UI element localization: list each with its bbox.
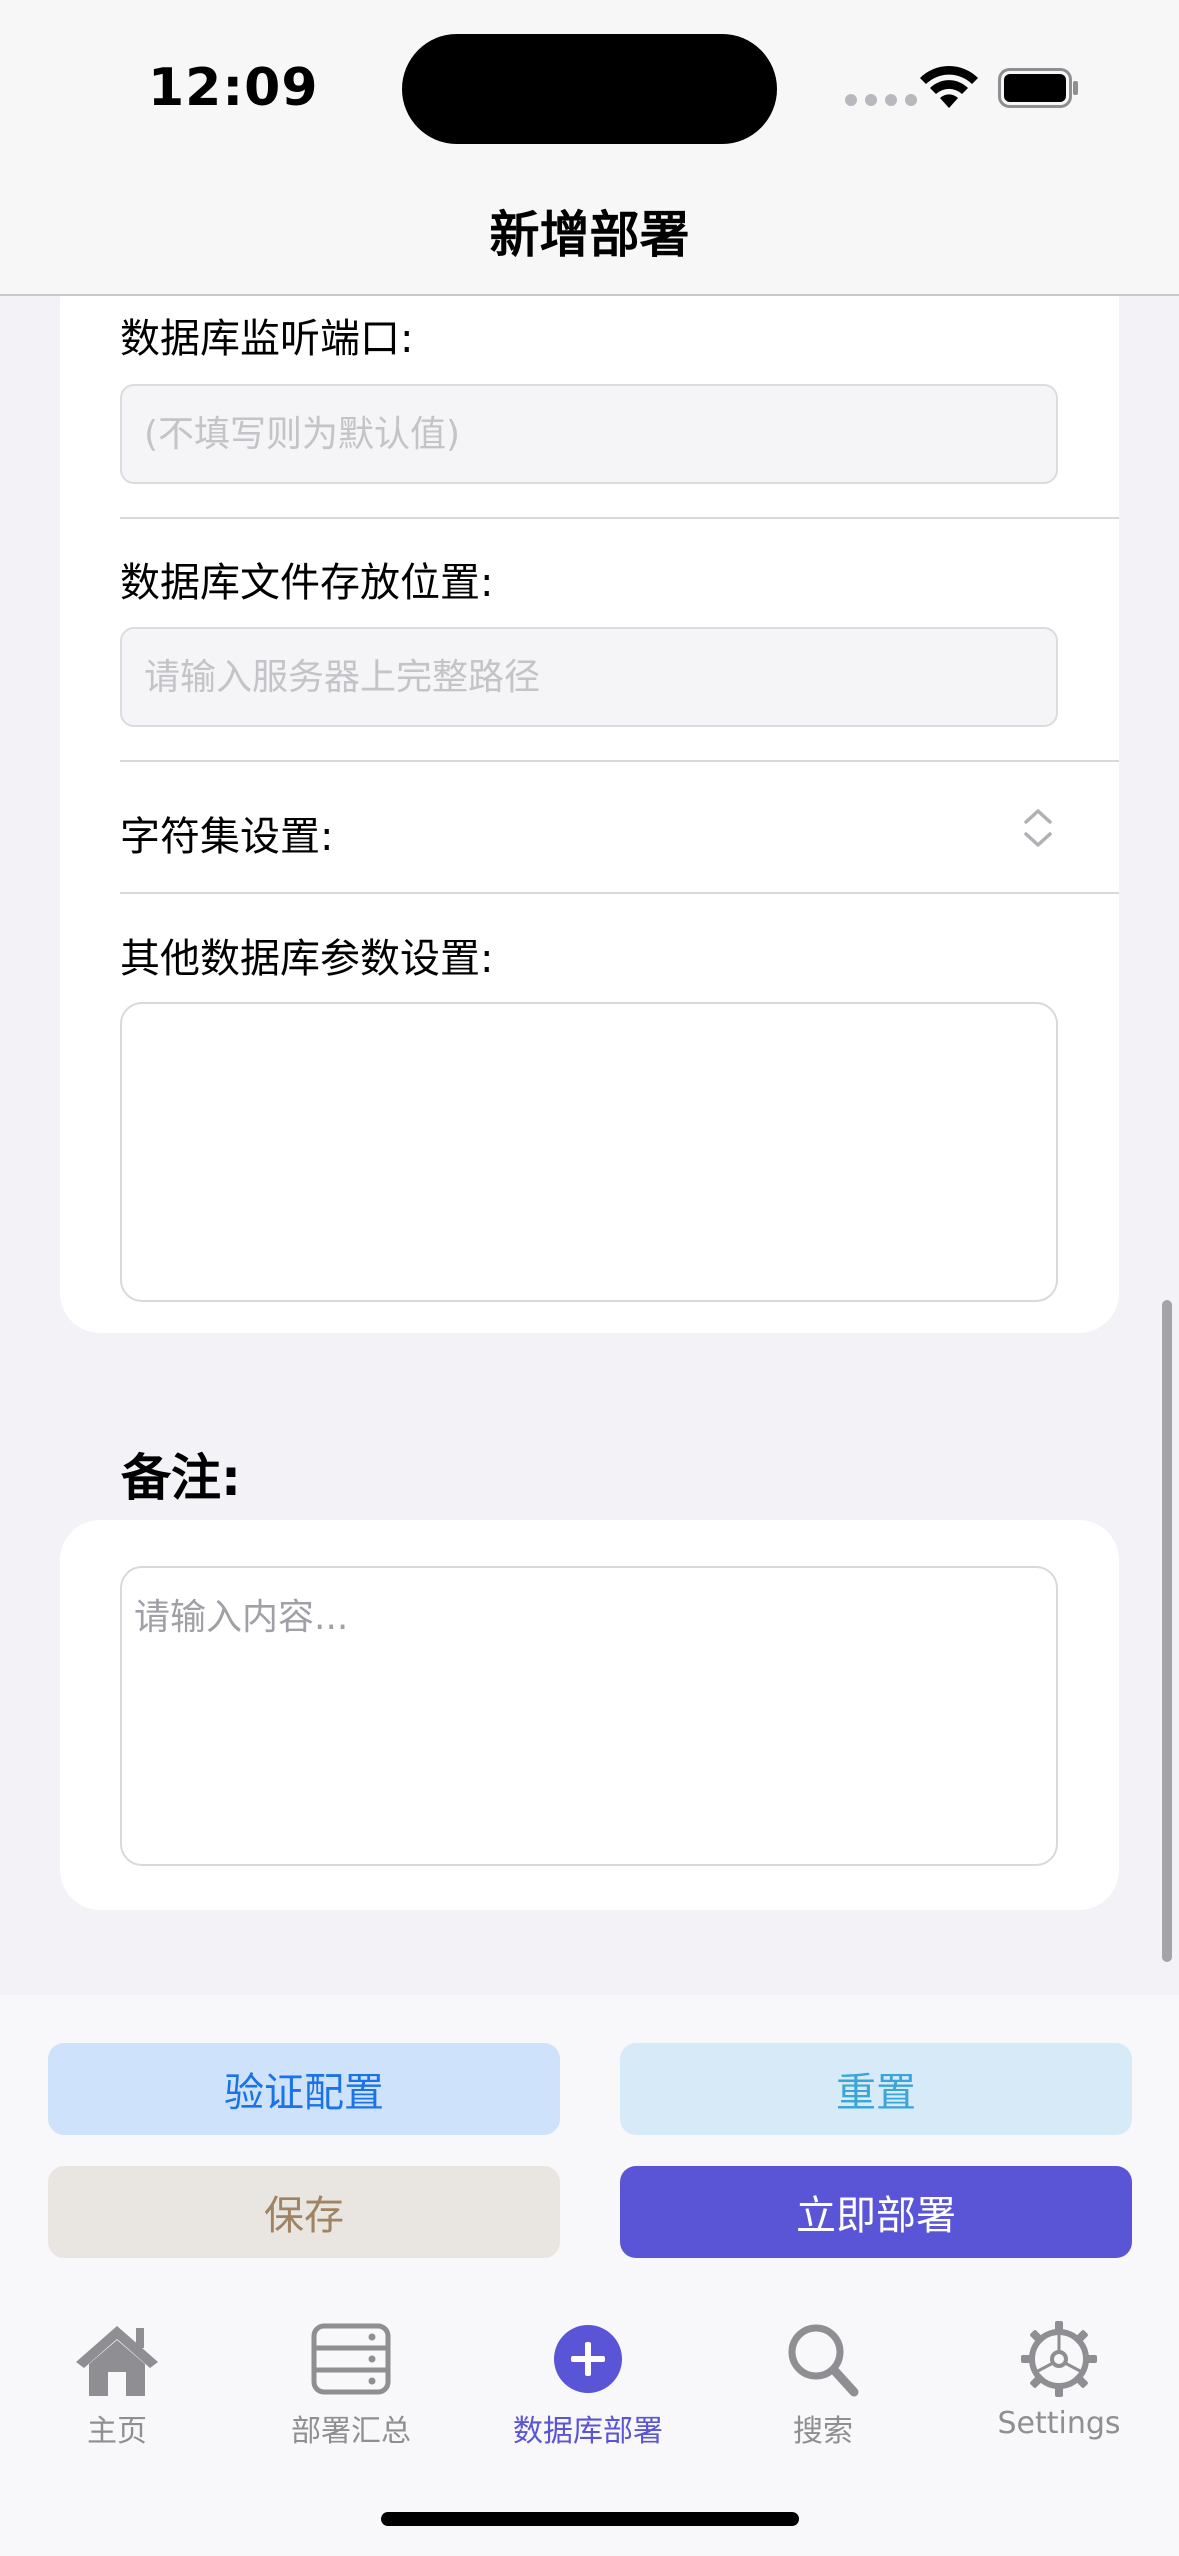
- tab-label: 部署汇总: [291, 2414, 411, 2449]
- page-title: 新增部署: [489, 206, 690, 264]
- tab-deployment-summary[interactable]: 部署汇总: [251, 2320, 451, 2450]
- verify-config-button[interactable]: 验证配置: [48, 2043, 560, 2135]
- other-params-label: 其他数据库参数设置:: [120, 936, 494, 982]
- tab-label: 搜索: [793, 2414, 853, 2449]
- top-bar: 12:09 新增部署: [0, 0, 1179, 296]
- tab-home[interactable]: 主页: [17, 2320, 217, 2450]
- tab-label: 数据库部署: [513, 2414, 663, 2449]
- save-button[interactable]: 保存: [48, 2166, 560, 2258]
- plus-circle-icon: [554, 2325, 622, 2393]
- status-time: 12:09: [148, 58, 319, 118]
- scrollbar[interactable]: [1162, 1300, 1172, 1962]
- deploy-now-button[interactable]: 立即部署: [620, 2166, 1132, 2258]
- tab-search[interactable]: 搜索: [723, 2320, 923, 2450]
- notes-title: 备注:: [121, 1449, 241, 1507]
- charset-picker[interactable]: 字符集设置:: [60, 762, 1119, 892]
- wifi-icon: [920, 65, 978, 108]
- house-icon: [76, 2326, 158, 2396]
- port-label: 数据库监听端口:: [120, 316, 414, 362]
- other-params-textarea[interactable]: [120, 1002, 1058, 1302]
- battery-icon: [998, 68, 1078, 108]
- home-indicator[interactable]: [381, 2512, 799, 2526]
- charset-label: 字符集设置:: [120, 814, 334, 860]
- chevron-up-down-icon: [1024, 809, 1052, 847]
- port-input[interactable]: [120, 384, 1058, 484]
- dynamic-island: [402, 34, 777, 144]
- tab-database-deploy[interactable]: 数据库部署: [488, 2320, 688, 2450]
- server-icon: [311, 2323, 391, 2395]
- notes-textarea[interactable]: [120, 1566, 1058, 1866]
- cellular-signal-icon: [845, 94, 917, 106]
- tab-settings[interactable]: Settings: [959, 2320, 1159, 2450]
- database-settings-card: 数据库监听端口: 数据库文件存放位置: 字符集设置: 其他数据库参数设置:: [60, 240, 1119, 1333]
- reset-button[interactable]: 重置: [620, 2043, 1132, 2135]
- data-path-label: 数据库文件存放位置:: [120, 560, 494, 606]
- tab-label: Settings: [997, 2406, 1121, 2441]
- data-path-input[interactable]: [120, 627, 1058, 727]
- tab-label: 主页: [87, 2414, 147, 2449]
- divider: [120, 517, 1119, 519]
- search-icon: [788, 2324, 859, 2397]
- gear-icon: [1021, 2321, 1097, 2397]
- notes-card: [60, 1520, 1119, 1910]
- divider: [120, 892, 1119, 894]
